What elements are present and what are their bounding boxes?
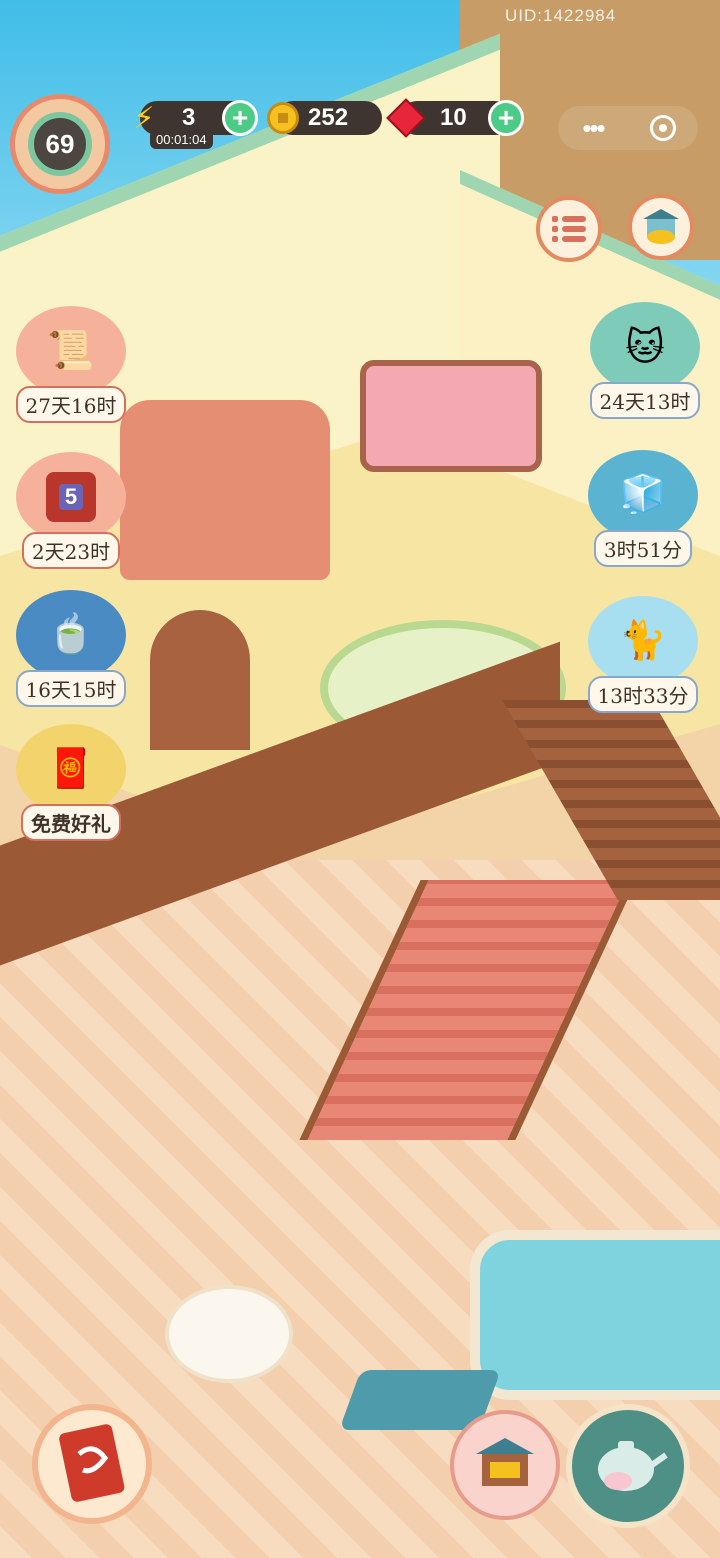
event-timer-label: 13时33分 (587, 676, 699, 713)
coin-icon (264, 99, 302, 137)
add-gems-button[interactable]: + (488, 100, 524, 136)
event-ice-box[interactable]: 🧊 3时51分 (578, 450, 708, 567)
event-free-gift[interactable]: 🧧 免费好礼 (6, 724, 136, 841)
lotus-pond (470, 1230, 720, 1400)
round-tea-table[interactable] (165, 1285, 293, 1383)
event-book[interactable]: 📜 27天16时 (6, 306, 136, 423)
event-cat-pond[interactable]: 🐱 24天13时 (580, 302, 710, 419)
level-ring: 69 (28, 112, 92, 176)
teapot-icon[interactable] (566, 1404, 690, 1528)
ice-box-icon: 🧊 (588, 450, 698, 540)
lucky-charm-icon: 🧧 (16, 724, 126, 814)
gift-badge-number: 5 (58, 484, 84, 510)
treasure-shop-icon[interactable] (628, 194, 694, 260)
more-dots-icon[interactable]: ••• (558, 106, 628, 150)
mini-program-capsule: ••• (558, 106, 698, 150)
energy-timer: 00:01:04 (150, 130, 213, 149)
daybed-sofa[interactable] (360, 360, 542, 472)
ruby-icon (386, 98, 426, 138)
book-scroll-icon: 📜 (16, 306, 126, 396)
event-bowl[interactable]: 🍵 16天15时 (6, 590, 136, 707)
event-timer-label: 24天13时 (589, 382, 701, 419)
ice-cat-icon: 🐈 (588, 596, 698, 686)
energy-value: 3 (182, 104, 196, 131)
list-menu-icon[interactable] (536, 196, 602, 262)
event-ice-cat[interactable]: 🐈 13时33分 (578, 596, 708, 713)
gem-value: 10 (440, 104, 467, 131)
target-circle-icon[interactable] (628, 106, 698, 150)
event-gift-5[interactable]: 5 2天23时 (6, 452, 136, 569)
shop-stall-icon[interactable] (450, 1410, 560, 1520)
event-timer-label: 3时51分 (593, 530, 693, 567)
uid-label: UID:1422984 (505, 6, 617, 25)
level-badge[interactable]: 69 (10, 94, 110, 194)
add-energy-button[interactable]: + (222, 100, 258, 136)
level-number: 69 (45, 128, 75, 159)
cat-pond-icon: 🐱 (590, 302, 700, 392)
free-gift-label: 免费好礼 (21, 804, 121, 841)
gift-box-icon: 5 (16, 452, 126, 542)
canopy-bed[interactable] (120, 400, 330, 580)
folding-screen[interactable] (150, 610, 250, 750)
event-timer-label: 2天23时 (21, 532, 121, 569)
event-timer-label: 16天15时 (15, 670, 127, 707)
event-timer-label: 27天16时 (15, 386, 127, 423)
porcelain-bowl-icon: 🍵 (16, 590, 126, 680)
quest-book-icon[interactable] (32, 1404, 152, 1524)
coin-value: 252 (308, 104, 349, 131)
